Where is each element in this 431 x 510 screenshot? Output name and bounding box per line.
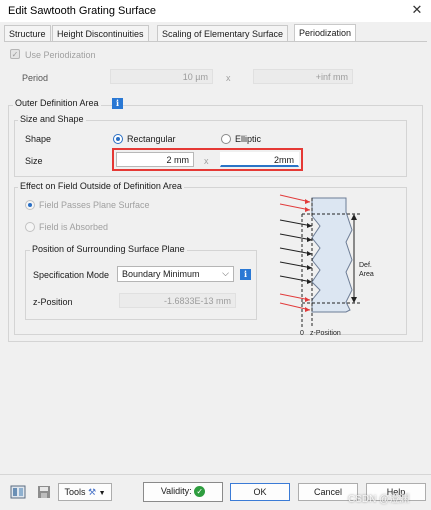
- elliptic-radio[interactable]: [221, 134, 231, 144]
- z-position-label: z-Position: [33, 297, 73, 307]
- field-passes-radio[interactable]: [25, 200, 35, 210]
- elliptic-label: Elliptic: [235, 134, 262, 144]
- use-periodization-label: Use Periodization: [25, 50, 96, 60]
- footer-divider: [0, 474, 431, 475]
- use-periodization-checkbox[interactable]: ✓: [10, 49, 20, 59]
- chevron-down-icon: ⌵: [222, 268, 229, 278]
- rectangular-radio[interactable]: [113, 134, 123, 144]
- periodization-diagram: Def. Area 0 z-Position: [279, 194, 374, 337]
- spec-mode-select[interactable]: Boundary Minimum ⌵: [117, 266, 234, 282]
- info-icon[interactable]: i: [112, 98, 123, 109]
- field-absorbed-label: Field is Absorbed: [39, 222, 109, 232]
- tab-scaling[interactable]: Scaling of Elementary Surface: [157, 25, 289, 42]
- inside-rays: [279, 219, 313, 283]
- period-times-label: x: [226, 73, 231, 83]
- tab-periodization[interactable]: Periodization: [294, 24, 357, 42]
- arrow-head-bottom: [351, 297, 357, 303]
- def-area-label-2: Area: [359, 271, 374, 278]
- tools-icon: ⚒: [88, 487, 97, 497]
- z-position-diagram-label: z-Position: [310, 330, 341, 337]
- zero-label: 0: [300, 330, 304, 337]
- validity-label: Validity:: [160, 486, 192, 496]
- rectangular-label: Rectangular: [127, 134, 176, 144]
- spec-mode-value: Boundary Minimum: [122, 269, 200, 279]
- window-title: Edit Sawtooth Grating Surface: [8, 5, 156, 17]
- close-icon[interactable]: ✕: [409, 2, 425, 18]
- shape-label: Shape: [25, 134, 52, 144]
- size-times-label: x: [204, 156, 209, 166]
- position-title: Position of Surrounding Surface Plane: [30, 244, 187, 254]
- tools-button[interactable]: Tools ⚒ ▼: [58, 483, 112, 501]
- z-position-field[interactable]: -1.6833E-13 mm: [119, 293, 236, 308]
- field-absorbed-radio[interactable]: [25, 222, 35, 232]
- spec-info-icon[interactable]: i: [240, 269, 251, 280]
- tab-structure[interactable]: Structure: [4, 25, 51, 42]
- save-icon[interactable]: [36, 484, 52, 500]
- field-passes-label: Field Passes Plane Surface: [39, 200, 150, 210]
- tools-label: Tools: [64, 487, 86, 497]
- size-label: Size: [25, 156, 43, 166]
- def-area-label-1: Def.: [359, 262, 372, 269]
- catalog-icon[interactable]: [10, 484, 26, 500]
- valid-check-icon: ✓: [194, 486, 206, 498]
- effect-title: Effect on Field Outside of Definition Ar…: [18, 181, 184, 191]
- size-shape-title: Size and Shape: [18, 114, 86, 124]
- grating-shape: [311, 197, 353, 313]
- size-x-field[interactable]: 2 mm: [116, 152, 194, 167]
- period-x-field[interactable]: 10 µm: [110, 69, 213, 84]
- spec-mode-label: Specification Mode: [33, 270, 110, 280]
- ok-button[interactable]: OK: [230, 483, 290, 501]
- outer-definition-title: Outer Definition Area: [13, 98, 101, 108]
- validity-indicator: Validity: ✓: [143, 482, 223, 502]
- position-group: [25, 250, 257, 320]
- period-y-field[interactable]: +inf mm: [253, 69, 353, 84]
- dropdown-icon: ▼: [98, 490, 106, 497]
- tab-height-discontinuities[interactable]: Height Discontinuities: [52, 25, 149, 42]
- arrow-head-top: [351, 214, 357, 220]
- period-label: Period: [22, 73, 49, 83]
- size-y-field[interactable]: 2mm: [220, 152, 299, 167]
- check-icon: ✓: [11, 50, 19, 59]
- watermark: CSDN @澄渊: [348, 494, 410, 505]
